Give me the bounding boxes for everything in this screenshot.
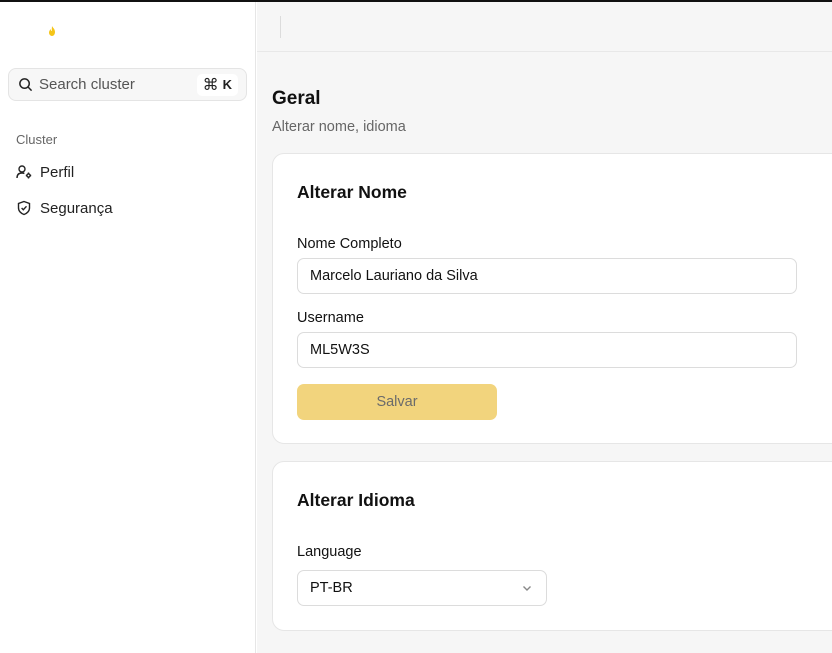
flame-icon[interactable] <box>46 24 58 38</box>
save-button[interactable]: Salvar <box>297 384 497 420</box>
card-title: Alterar Idioma <box>297 490 415 510</box>
top-header <box>257 2 832 52</box>
sidebar-group-label: Cluster <box>16 132 58 147</box>
search-icon <box>17 77 33 93</box>
change-language-card: Alterar Idioma Language PT-BR <box>272 461 832 631</box>
main-content: Geral Alterar nome, idioma Alterar Nome … <box>257 2 832 653</box>
sidebar: Search cluster ⌘ K Cluster Perfil Segura… <box>0 2 256 653</box>
shortcut-key: K <box>222 77 232 92</box>
user-settings-icon <box>16 164 32 180</box>
sidebar-item-perfil[interactable]: Perfil <box>8 156 247 188</box>
command-key-icon: ⌘ <box>202 76 219 94</box>
username-field[interactable] <box>297 332 797 368</box>
full-name-label: Nome Completo <box>297 236 402 252</box>
shield-icon <box>16 200 32 216</box>
change-name-card: Alterar Nome Nome Completo Username Salv… <box>272 153 832 444</box>
sidebar-item-label: Segurança <box>40 199 113 217</box>
search-input[interactable]: Search cluster ⌘ K <box>8 68 247 101</box>
search-placeholder: Search cluster <box>39 76 135 93</box>
full-name-field[interactable] <box>297 258 797 294</box>
sidebar-item-seguranca[interactable]: Segurança <box>8 192 247 224</box>
username-label: Username <box>297 310 364 326</box>
language-select[interactable]: PT-BR <box>297 570 547 606</box>
language-select-value: PT-BR <box>310 580 353 596</box>
keyboard-shortcut-badge: ⌘ K <box>196 73 238 96</box>
card-title: Alterar Nome <box>297 182 407 202</box>
language-label: Language <box>297 544 362 560</box>
page-title: Geral <box>272 88 321 109</box>
page-subtitle: Alterar nome, idioma <box>272 119 406 135</box>
chevron-down-icon <box>520 581 534 595</box>
header-divider <box>280 16 281 38</box>
sidebar-item-label: Perfil <box>40 163 75 181</box>
